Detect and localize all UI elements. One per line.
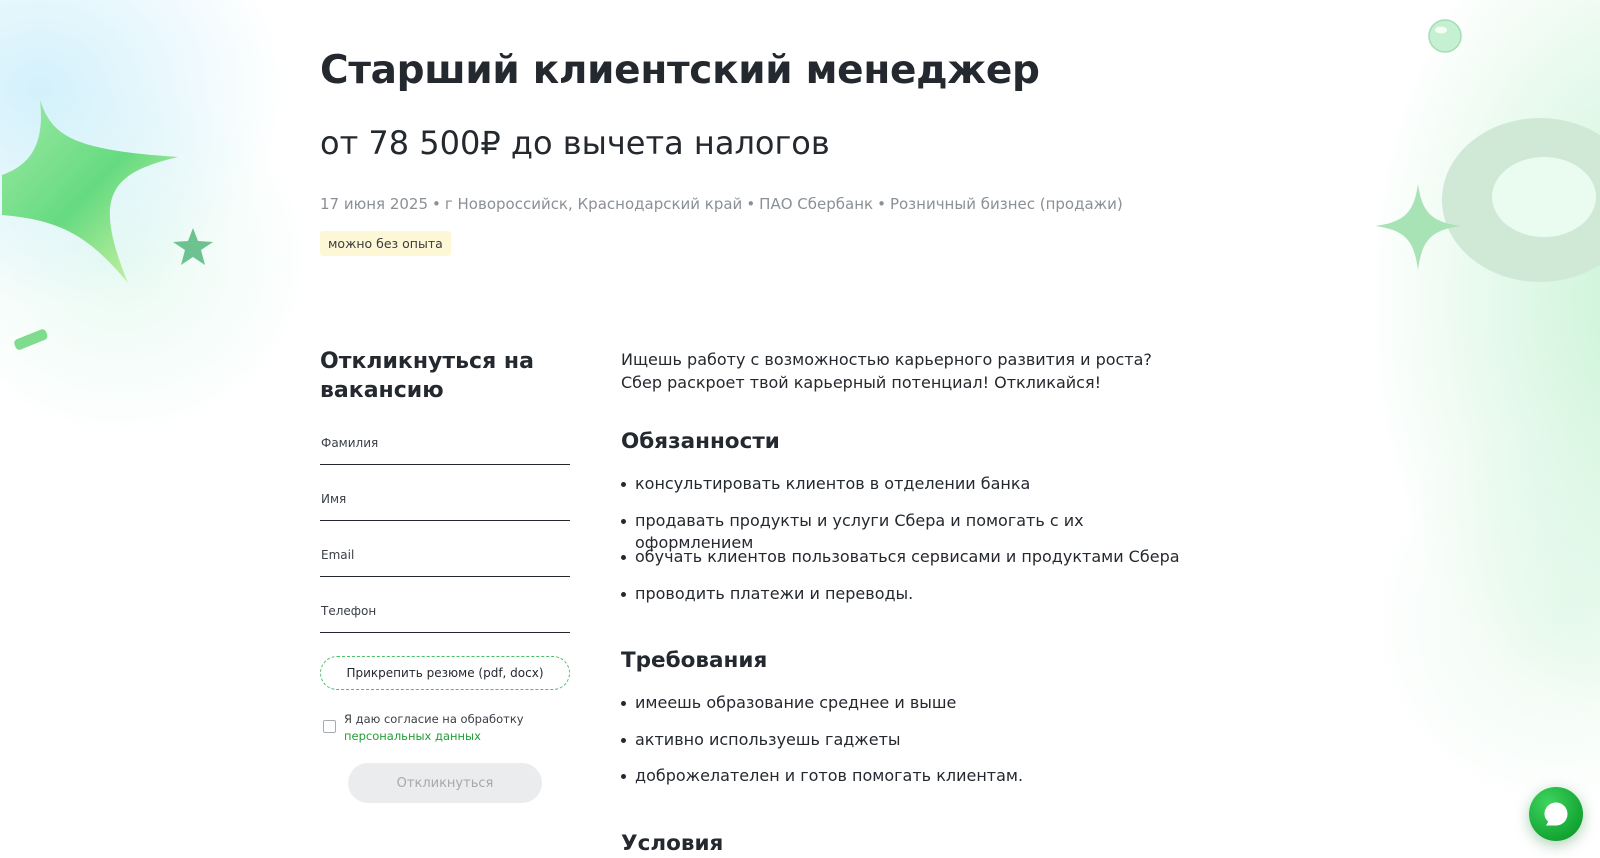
apply-form: Откликнуться на вакансию Фамилия Имя Ema…: [320, 347, 572, 803]
first-name-field: Имя: [320, 484, 572, 540]
consent-row: Я даю согласие на обработку персональных…: [320, 711, 572, 747]
page-title: Старший клиентский менеджер: [320, 48, 1040, 93]
chat-bubble-icon: [1544, 802, 1568, 826]
consent-text: Я даю согласие на обработку: [344, 712, 524, 726]
meta-company: ПАО Сбербанк: [759, 195, 874, 213]
intro-text: Ищешь работу с возможностью карьерного р…: [621, 348, 1201, 394]
list-item: доброжелателен и готов помогать клиентам…: [621, 765, 1201, 802]
meta-date: 17 июня 2025: [320, 195, 429, 213]
submit-application-button[interactable]: Откликнуться: [348, 763, 542, 803]
vacancy-meta: 17 июня 2025 • г Новороссийск, Краснодарск…: [320, 195, 1123, 213]
consent-text-block: Я даю согласие на обработку персональных…: [344, 711, 524, 745]
first-name-input[interactable]: [320, 484, 570, 521]
attach-resume-button[interactable]: Прикрепить резюме (pdf, docx): [320, 656, 570, 690]
list-item: активно используешь гаджеты: [621, 729, 1201, 766]
last-name-field: Фамилия: [320, 428, 572, 484]
list-item: проводить платежи и переводы.: [621, 583, 1201, 620]
meta-department: Розничный бизнес (продажи): [889, 195, 1123, 213]
email-field: Email: [320, 540, 572, 596]
email-label: Email: [321, 548, 355, 562]
section-title-duties: Обязанности: [621, 429, 780, 454]
duties-list: консультировать клиентов в отделении бан…: [621, 473, 1201, 619]
meta-separator: •: [877, 195, 886, 213]
apply-form-fields: Фамилия Имя Email Телефон: [320, 428, 572, 652]
vacancy-description: Ищешь работу с возможностью карьерного р…: [621, 348, 1201, 856]
intro-line: Ищешь работу с возможностью карьерного р…: [621, 350, 1152, 369]
phone-field: Телефон: [320, 596, 572, 652]
consent-checkbox[interactable]: [323, 720, 336, 733]
list-item: обучать клиентов пользоваться сервисами …: [621, 546, 1201, 583]
section-title-conditions: Условия: [621, 830, 724, 856]
salary: от 78 500₽ до вычета налогов: [320, 124, 830, 162]
list-item: имеешь образование среднее и выше: [621, 692, 1201, 729]
phone-label: Телефон: [321, 604, 377, 618]
personal-data-link[interactable]: персональных данных: [344, 728, 524, 745]
intro-line: Сбер раскроет твой карьерный потенциал! …: [621, 373, 1101, 392]
vacancy-page: Старший клиентский менеджер от 78 500₽ д…: [0, 0, 1600, 858]
meta-location: г Новороссийск, Краснодарский край: [444, 195, 743, 213]
list-item: консультировать клиентов в отделении бан…: [621, 473, 1201, 510]
first-name-label: Имя: [321, 492, 347, 506]
last-name-label: Фамилия: [321, 436, 379, 450]
apply-form-title: Откликнуться на вакансию: [320, 349, 534, 403]
experience-tag: можно без опыта: [320, 231, 451, 256]
meta-separator: •: [432, 195, 441, 213]
section-title-requirements: Требования: [621, 648, 768, 673]
email-input[interactable]: [320, 540, 570, 577]
requirements-list: имеешь образование среднее и выше активн…: [621, 692, 1201, 802]
list-item: продавать продукты и услуги Сбера и помо…: [621, 510, 1201, 552]
meta-separator: •: [746, 195, 756, 213]
chat-button[interactable]: [1529, 787, 1583, 841]
